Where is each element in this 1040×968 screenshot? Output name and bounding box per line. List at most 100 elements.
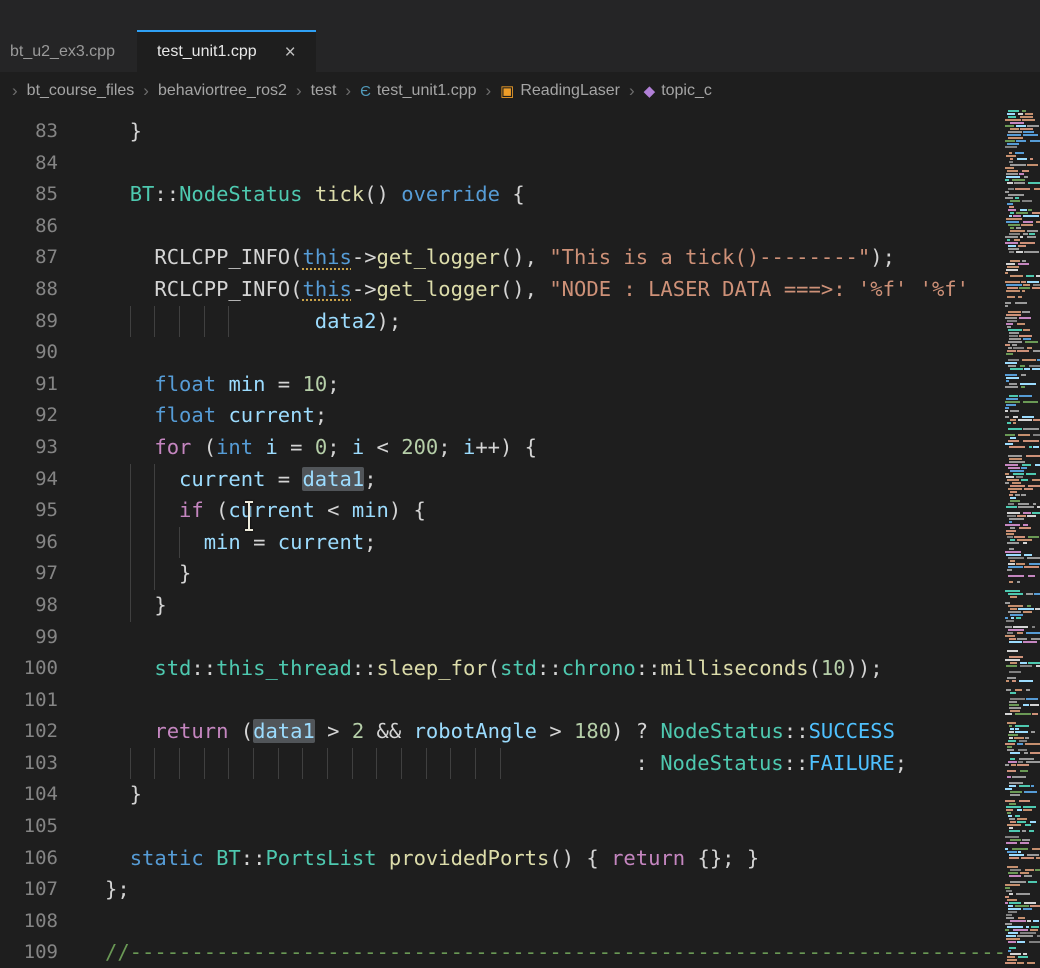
code-text[interactable]: std::this_thread::sleep_for(std::chrono:… [80, 653, 1005, 685]
minimap-segment [1024, 752, 1028, 754]
breadcrumb-item-test_unit1-cpp[interactable]: Є test_unit1.cpp [360, 82, 476, 100]
code-text[interactable]: } [80, 779, 1005, 811]
method-symbol-icon: ◆ [644, 82, 656, 100]
minimap-segment [1017, 818, 1027, 820]
code-text[interactable]: RCLCPP_INFO(this->get_logger(), "NODE : … [80, 274, 1005, 306]
code-text[interactable]: //--------------------------------------… [80, 937, 1005, 968]
tab-close-icon[interactable]: × [285, 43, 296, 62]
code-token: ); [376, 309, 401, 333]
code-line[interactable]: 92 float current; [0, 400, 1005, 432]
minimap-line [1005, 392, 1040, 394]
minimap-segment [1023, 524, 1028, 526]
code-text[interactable]: return (data1 > 2 && robotAngle > 180) ?… [80, 716, 1005, 748]
minimap-segment [1032, 512, 1040, 514]
code-token: for [154, 435, 191, 459]
code-line[interactable]: 91 float min = 10; [0, 369, 1005, 401]
minimap-segment [1010, 869, 1021, 871]
minimap-segment [1005, 551, 1021, 553]
code-line[interactable]: 98 } [0, 590, 1005, 622]
minimap-segment [1017, 764, 1029, 766]
code-line[interactable]: 85 BT::NodeStatus tick() override { [0, 179, 1005, 211]
minimap-segment [1008, 209, 1016, 211]
minimap-segment [1029, 365, 1040, 367]
code-line[interactable]: 100 std::this_thread::sleep_for(std::chr… [0, 653, 1005, 685]
minimap-line [1005, 182, 1040, 184]
code-line[interactable]: 107}; [0, 874, 1005, 906]
code-line[interactable]: 86 [0, 211, 1005, 243]
code-text[interactable]: RCLCPP_INFO(this->get_logger(), "This is… [80, 242, 1005, 274]
code-text[interactable]: current = data1; [80, 464, 1005, 496]
code-line[interactable]: 94 current = data1; [0, 464, 1005, 496]
code-pane[interactable]: 83 }8485 BT::NodeStatus tick() override … [0, 110, 1005, 968]
code-line[interactable]: 103 : NodeStatus::FAILURE; [0, 748, 1005, 780]
breadcrumb-item-test[interactable]: test [311, 82, 337, 100]
code-text[interactable]: float min = 10; [80, 369, 1005, 401]
code-text[interactable]: }; [80, 874, 1005, 906]
minimap-segment [1006, 380, 1009, 382]
code-line[interactable]: 99 [0, 622, 1005, 654]
code-line[interactable]: 102 return (data1 > 2 && robotAngle > 18… [0, 716, 1005, 748]
minimap-segment [1017, 632, 1023, 634]
code-text[interactable]: data2); [80, 306, 1005, 338]
code-token: () [364, 182, 401, 206]
editor[interactable]: 83 }8485 BT::NodeStatus tick() override … [0, 110, 1040, 968]
code-token: 0 [315, 435, 327, 459]
code-line[interactable]: 106 static BT::PortsList providedPorts()… [0, 843, 1005, 875]
minimap[interactable] [1005, 110, 1040, 968]
code-text[interactable]: : NodeStatus::FAILURE; [80, 748, 1005, 780]
code-text[interactable]: for (int i = 0; i < 200; i++) { [80, 432, 1005, 464]
breadcrumb-label: bt_course_files [27, 82, 135, 100]
code-text[interactable] [80, 337, 1005, 369]
code-text[interactable] [80, 906, 1005, 938]
minimap-segment [1020, 842, 1029, 844]
code-text[interactable] [80, 622, 1005, 654]
code-text[interactable] [80, 685, 1005, 717]
line-number: 103 [0, 748, 80, 780]
code-line[interactable]: 95 if (current < min) { [0, 495, 1005, 527]
minimap-segment [1028, 575, 1035, 577]
code-line[interactable]: 109//-----------------------------------… [0, 937, 1005, 968]
code-line[interactable]: 89 data2); [0, 306, 1005, 338]
minimap-segment [1018, 419, 1032, 421]
minimap-segment [1025, 824, 1031, 826]
code-text[interactable]: static BT::PortsList providedPorts() { r… [80, 843, 1005, 875]
code-line[interactable]: 104 } [0, 779, 1005, 811]
minimap-segment [1017, 350, 1029, 352]
code-text[interactable]: min = current; [80, 527, 1005, 559]
code-line[interactable]: 105 [0, 811, 1005, 843]
code-text[interactable]: } [80, 116, 1005, 148]
code-text[interactable]: BT::NodeStatus tick() override { [80, 179, 1005, 211]
minimap-line [1005, 245, 1040, 247]
code-line[interactable]: 97 } [0, 558, 1005, 590]
minimap-line [1005, 722, 1040, 724]
minimap-segment [1010, 491, 1017, 493]
breadcrumb-item-behaviortree_ros2[interactable]: behaviortree_ros2 [158, 82, 287, 100]
code-token: < [315, 498, 352, 522]
breadcrumb-item-readinglaser[interactable]: ▣ ReadingLaser [500, 82, 620, 100]
code-text[interactable]: float current; [80, 400, 1005, 432]
code-line[interactable]: 84 [0, 148, 1005, 180]
code-line[interactable]: 88 RCLCPP_INFO(this->get_logger(), "NODE… [0, 274, 1005, 306]
code-line[interactable]: 87 RCLCPP_INFO(this->get_logger(), "This… [0, 242, 1005, 274]
code-text[interactable]: if (current < min) { [80, 495, 1005, 527]
breadcrumb-item-topic[interactable]: ◆ topic_c [644, 82, 712, 100]
code-line[interactable]: 96 min = current; [0, 527, 1005, 559]
code-line[interactable]: 108 [0, 906, 1005, 938]
tab-bt_u2_ex3-cpp[interactable]: bt_u2_ex3.cpp [0, 30, 133, 72]
code-text[interactable] [80, 811, 1005, 843]
minimap-line [1005, 596, 1040, 598]
code-text[interactable]: } [80, 590, 1005, 622]
code-line[interactable]: 90 [0, 337, 1005, 369]
code-line[interactable]: 83 } [0, 116, 1005, 148]
code-text[interactable] [80, 148, 1005, 180]
code-text[interactable]: } [80, 558, 1005, 590]
code-text[interactable] [80, 211, 1005, 243]
tab-test_unit1-cpp[interactable]: test_unit1.cpp × [137, 30, 316, 72]
minimap-segment [1009, 461, 1025, 463]
code-line[interactable]: 101 [0, 685, 1005, 717]
indent-guide [130, 495, 155, 527]
minimap-segment [1028, 485, 1040, 487]
code-line[interactable]: 93 for (int i = 0; i < 200; i++) { [0, 432, 1005, 464]
minimap-line [1005, 296, 1040, 298]
breadcrumb-item-bt_course_files[interactable]: bt_course_files [27, 82, 135, 100]
